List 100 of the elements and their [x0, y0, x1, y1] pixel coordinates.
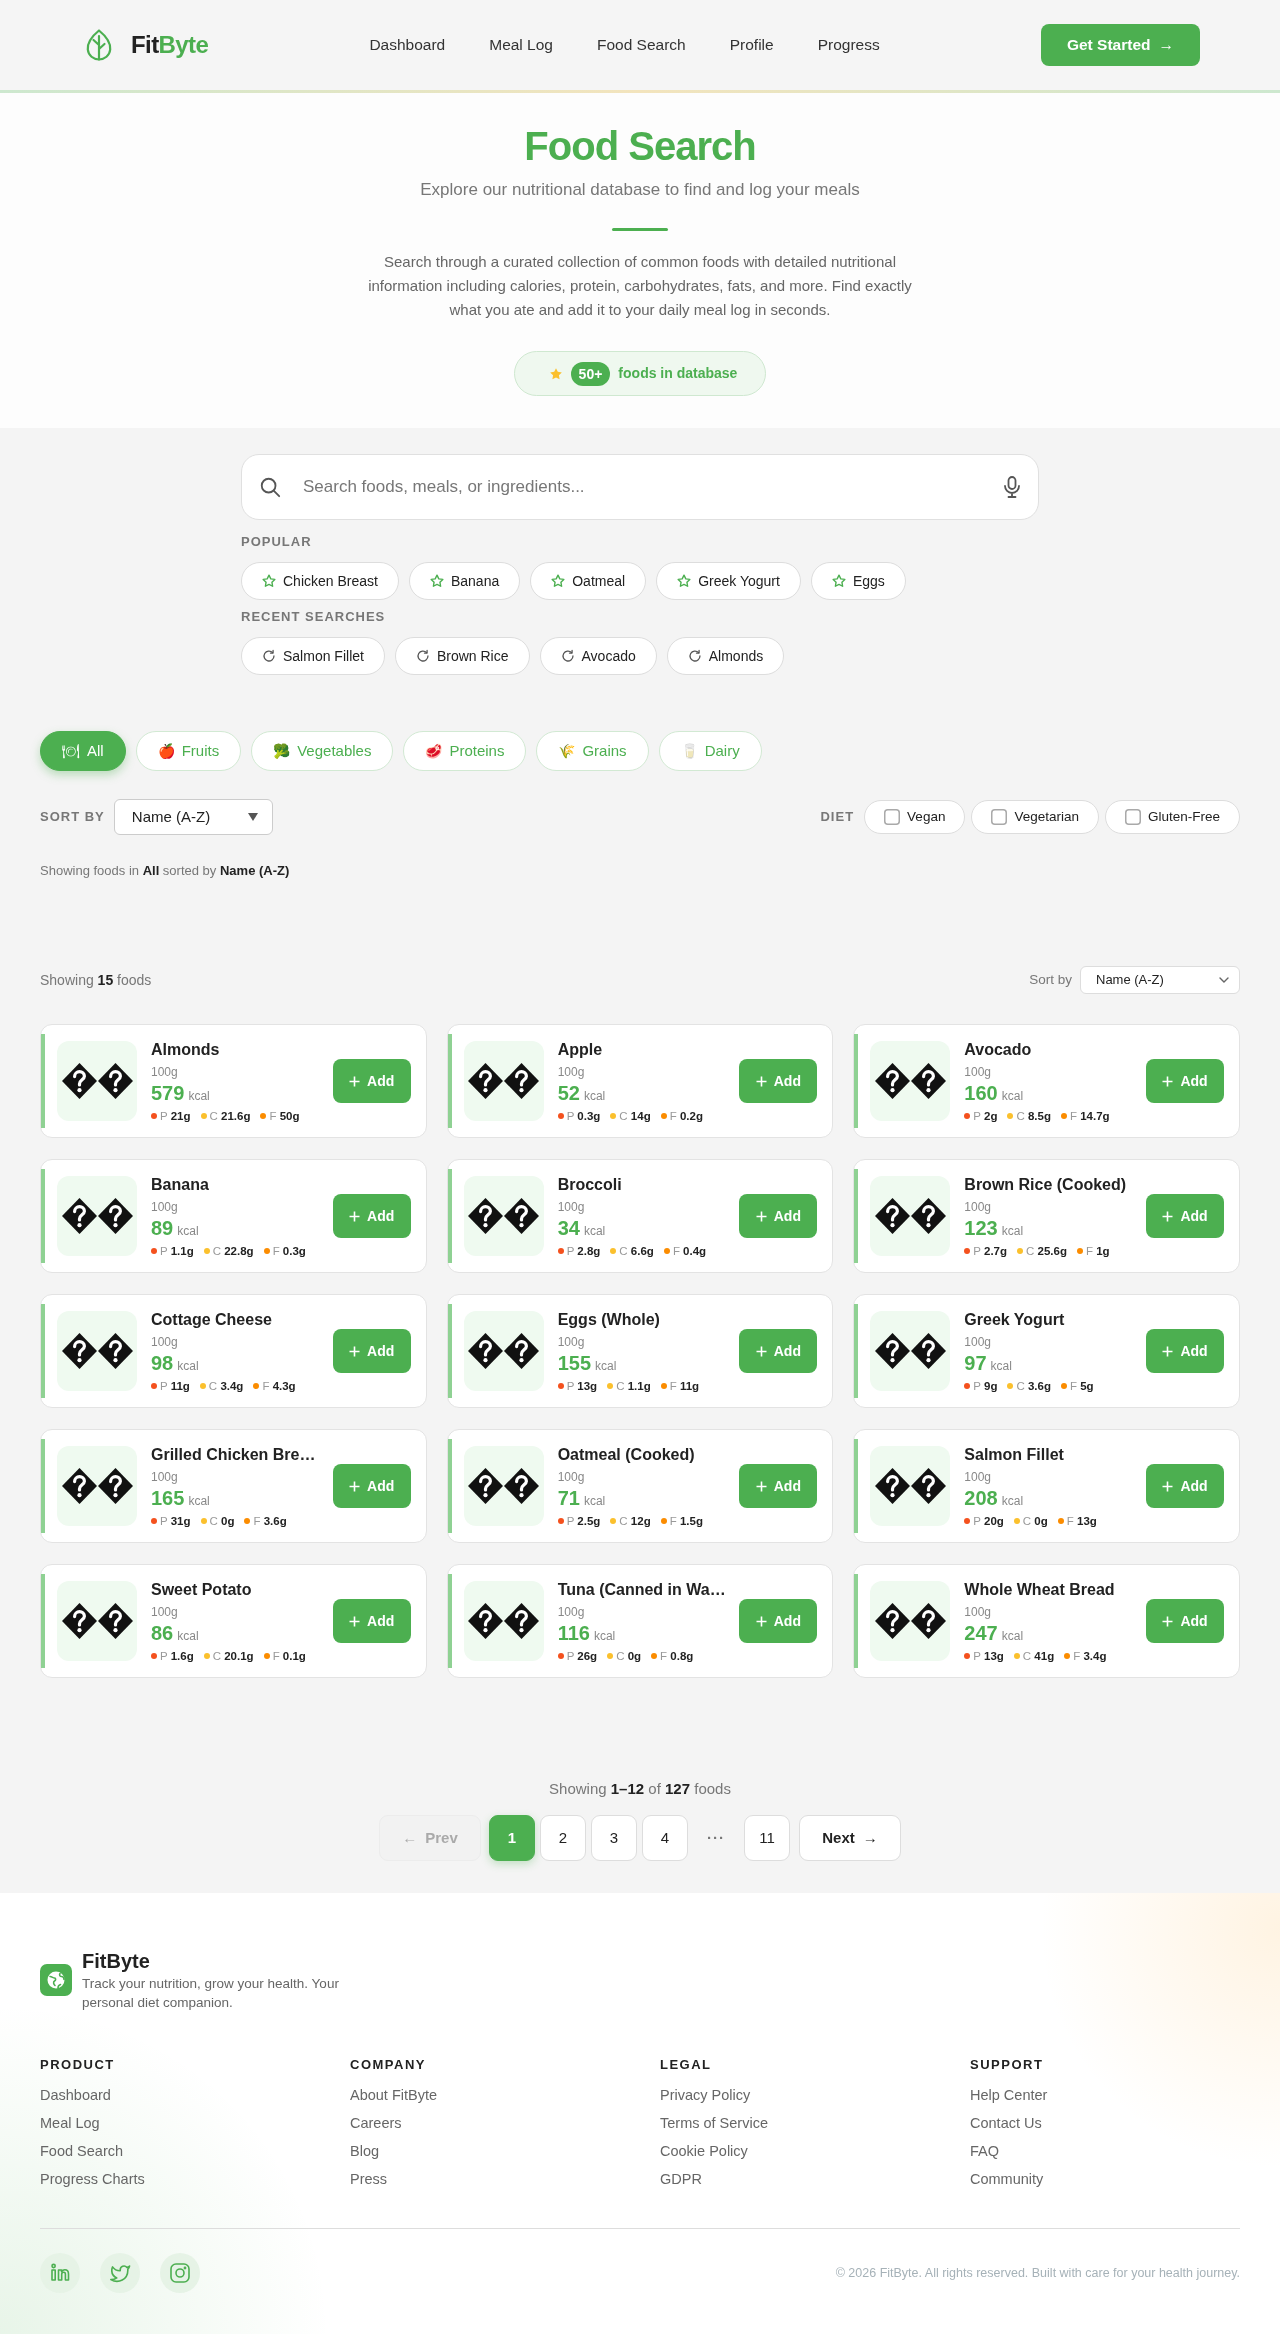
- food-name: Greek Yogurt: [964, 1309, 1066, 1330]
- missing-glyph-icon: [97, 1198, 133, 1234]
- food-name: Almonds: [151, 1039, 221, 1060]
- diet-filter[interactable]: Gluten-Free: [1104, 800, 1240, 834]
- serving-size: 100g: [557, 1198, 586, 1216]
- sort-label: Sort by: [1029, 970, 1072, 989]
- footer-link[interactable]: Press: [350, 2165, 620, 2193]
- missing-glyph-icon: [61, 1333, 97, 1369]
- macro-value: P 2.5g: [566, 1513, 601, 1529]
- popular-chip[interactable]: Greek Yogurt: [656, 562, 801, 600]
- footer-link[interactable]: GDPR: [660, 2165, 930, 2193]
- bird-icon[interactable]: [100, 2253, 140, 2293]
- star-icon: [429, 574, 444, 588]
- page-button[interactable]: 4: [642, 1815, 688, 1861]
- macro-value: F 13g: [1066, 1513, 1097, 1529]
- page-button[interactable]: 11: [744, 1815, 790, 1861]
- nav-link[interactable]: Profile: [729, 33, 774, 57]
- macro-value: P 2.7g: [973, 1243, 1007, 1259]
- calorie-value: 116: [557, 1621, 590, 1644]
- macro-value: C 6.6g: [619, 1243, 654, 1259]
- footer-link[interactable]: Blog: [350, 2137, 620, 2165]
- footer-link[interactable]: Food Search: [40, 2137, 310, 2165]
- footer-link[interactable]: Help Center: [970, 2081, 1240, 2109]
- footer-link[interactable]: Community: [970, 2165, 1240, 2193]
- diet-filter[interactable]: Vegetarian: [971, 800, 1099, 834]
- macro-value: F 0.8g: [660, 1648, 694, 1664]
- macro-value: F 5g: [1069, 1378, 1094, 1394]
- footer-link[interactable]: FAQ: [970, 2137, 1240, 2165]
- nav-link[interactable]: Food Search: [597, 33, 686, 57]
- page-button[interactable]: 3: [591, 1815, 637, 1861]
- wheat-icon: 🌾: [558, 744, 576, 758]
- footer-tagline: Track your nutrition, grow your health. Your personal diet companion.: [82, 1975, 340, 2012]
- missing-glyph-icon: [468, 1333, 504, 1369]
- serving-size: 100g: [964, 1198, 993, 1216]
- search-field[interactable]: Search foods, meals, or ingredients...: [241, 454, 1039, 520]
- sort-select[interactable]: Name (A-Z): [1080, 966, 1240, 994]
- next-button[interactable]: Next →: [799, 1815, 901, 1861]
- footer-link[interactable]: Dashboard: [40, 2081, 310, 2109]
- filter-summary: Showing foods in All sorted by Name (A-Z): [40, 862, 291, 880]
- camera-icon[interactable]: [160, 2253, 200, 2293]
- macro-value: P 2.8g: [566, 1243, 601, 1259]
- arrow-icon: →: [862, 1826, 878, 1850]
- food-name: Oatmeal (Cooked): [557, 1444, 696, 1465]
- macro-value: F 0.3g: [272, 1243, 306, 1259]
- category-tab[interactable]: 🥩 Proteins: [403, 731, 527, 771]
- globe-logo-icon[interactable]: [40, 1964, 72, 1996]
- calorie-value: 34: [557, 1216, 580, 1239]
- nav-link[interactable]: Dashboard: [369, 33, 446, 57]
- calorie-unit: kcal: [1001, 1493, 1024, 1508]
- recent-chip[interactable]: Avocado: [539, 637, 657, 675]
- microphone-icon[interactable]: [1003, 476, 1021, 498]
- footer-link[interactable]: Careers: [350, 2109, 620, 2137]
- recent-chip[interactable]: Brown Rice: [394, 637, 530, 675]
- footer-link[interactable]: Contact Us: [970, 2109, 1240, 2137]
- footer-link[interactable]: Terms of Service: [660, 2109, 930, 2137]
- results-range: Showing 1–12 of 127 foods: [548, 1779, 732, 1799]
- missing-glyph-icon: [504, 1468, 540, 1504]
- macro-value: C 3.6g: [1016, 1378, 1051, 1394]
- footer-link[interactable]: Progress Charts: [40, 2165, 310, 2193]
- missing-glyph-icon: [910, 1468, 946, 1504]
- brand-name[interactable]: FitByte: [131, 33, 209, 57]
- footer-link[interactable]: About FitByte: [350, 2081, 620, 2109]
- plus-icon: [755, 1345, 767, 1357]
- category-tab[interactable]: 🍎 Fruits: [135, 731, 242, 771]
- diet-filter[interactable]: Vegan: [864, 800, 966, 834]
- plus-icon: [755, 1210, 767, 1222]
- nav-link[interactable]: Meal Log: [489, 33, 553, 57]
- macro-value: F 0.4g: [672, 1243, 707, 1259]
- serving-size: 100g: [964, 1063, 993, 1081]
- refresh-icon: [262, 649, 276, 663]
- macro-value: F 14.7g: [1069, 1108, 1110, 1124]
- popular-chip[interactable]: Oatmeal: [530, 562, 647, 600]
- popular-chip[interactable]: Banana: [408, 562, 521, 600]
- category-tab[interactable]: 🥦 Vegetables: [251, 731, 394, 771]
- star-icon: [551, 574, 566, 588]
- recent-chip[interactable]: Almonds: [666, 637, 785, 675]
- page-button[interactable]: 2: [540, 1815, 586, 1861]
- leaf-logo-icon[interactable]: [85, 29, 113, 61]
- missing-glyph-icon: [468, 1468, 504, 1504]
- nav-link[interactable]: Progress: [817, 33, 880, 57]
- checkbox[interactable]: [991, 809, 1008, 825]
- macro-value: P 13g: [566, 1378, 598, 1394]
- footer-link[interactable]: Privacy Policy: [660, 2081, 930, 2109]
- footer-heading: SUPPORT: [970, 2057, 1045, 2073]
- sort-select[interactable]: Name (A-Z): [113, 799, 273, 835]
- recent-chip[interactable]: Salmon Fillet: [241, 637, 385, 675]
- linkedin-icon[interactable]: [40, 2253, 80, 2293]
- plus-icon: [1162, 1615, 1174, 1627]
- missing-glyph-icon: [468, 1063, 504, 1099]
- footer-link[interactable]: Meal Log: [40, 2109, 310, 2137]
- checkbox[interactable]: [884, 809, 901, 825]
- food-name: Broccoli: [557, 1174, 623, 1195]
- checkbox[interactable]: [1124, 809, 1141, 825]
- footer-link[interactable]: Cookie Policy: [660, 2137, 930, 2165]
- serving-size: 100g: [557, 1333, 586, 1351]
- popular-chip[interactable]: Eggs: [810, 562, 906, 600]
- calorie-unit: kcal: [188, 1088, 210, 1103]
- broccoli-icon: 🥦: [273, 744, 291, 758]
- popular-chip[interactable]: Chicken Breast: [241, 562, 399, 600]
- category-tab[interactable]: 🌾 Grains: [536, 731, 649, 771]
